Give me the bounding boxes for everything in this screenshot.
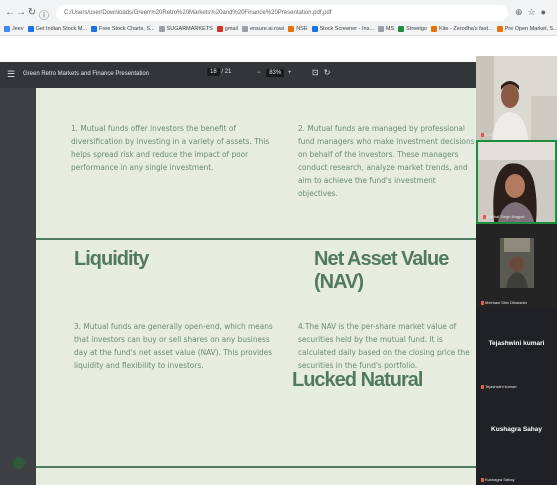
bookmark-favicon-icon [241,25,248,32]
bookmark-label: MS [385,26,395,32]
bookmark-favicon-icon [27,25,34,32]
page-indicator: 18 / 21 [207,68,231,76]
rotate-icon[interactable]: ↻ [324,68,336,77]
bookmark-label: SUGARMARKETS [166,26,213,32]
bookmark-label: ensure.ai.rowi [249,26,285,32]
bookmark-item[interactable]: NSE [288,23,308,35]
bookmark-favicon-icon [216,25,223,32]
thumbnail-strip [0,88,36,485]
browser-toolbar: ← → ↻ ⓘ C:/Users/user/Downloads/Green%20… [0,0,557,36]
slide-block-liquidity: 3. Mutual funds are generally open-end, … [74,321,273,370]
heading-liquidity: Liquidity [74,248,149,270]
scroll-top-button[interactable] [13,457,25,469]
reload-icon[interactable]: ↻ [26,7,38,18]
bookmarks-bar: Jeev Get Indian Stock M... Free Stock Char… [0,23,557,35]
mic-off-icon [481,384,484,389]
page-number-input[interactable]: 18 [207,68,220,76]
file-icon: ⓘ [39,11,49,22]
participant-tile-4[interactable]: Tejashwini kumari Tejashwini kumari [476,308,557,392]
zoom-icon[interactable]: ⊕ [515,7,528,17]
star-icon[interactable]: ☆ [527,7,540,17]
bookmark-item[interactable]: MS [377,23,395,35]
bookmark-label: Stock Screener - Ins... [319,26,374,32]
slide-block-management: 2. Mutual funds are managed by professio… [298,123,475,198]
heading-nav: Net Asset Value (NAV) [314,248,449,293]
bookmark-item[interactable]: SUGARMARKETS [158,23,213,35]
bookmark-favicon-icon [377,25,384,32]
bookmark-item[interactable]: Kite - Zerodha's fast... [430,23,493,35]
participant-name-4: Tejashwini kumari [488,340,545,347]
bookmark-favicon-icon [288,25,295,32]
bookmark-label: Get Indian Stock M... [35,26,87,32]
pdf-title: Green Retro Markets and Finance Presenta… [23,71,150,77]
nav-row: ← → ↻ ⓘ C:/Users/user/Downloads/Green%20… [0,4,557,22]
bookmark-label: Pre Open Market, S... [504,26,557,32]
page-total: / 21 [221,69,232,75]
zoom-out-icon[interactable]: − [257,70,263,76]
bookmark-favicon-icon [311,25,318,32]
pdf-toolbar: ☰ Green Retro Markets and Finance Presen… [0,62,476,88]
browser-actions: ⊕☆● [515,7,551,18]
slide-divider-top [36,238,476,240]
participant-label-4: Tejashwini kumari [481,384,517,389]
participant-video-3 [476,224,557,308]
slide-block-nav: 4.The NAV is the per-share market value … [298,321,470,370]
bookmark-favicon-icon [430,25,437,32]
participant-name-5: Kushagra Sahay [491,426,542,433]
zoom-controls: − 83% + [257,69,293,77]
participant-label-3: Meenaxi Shiv Dhakshin [481,300,527,305]
mic-off-icon [483,214,486,219]
bookmark-favicon-icon [4,25,10,32]
bookmark-label: Jeev [12,26,24,32]
participant-label-1: C.Ghosh [481,132,501,137]
bookmark-label: Free Stock Charts, S... [98,26,155,32]
zoom-input[interactable]: 83% [266,69,285,77]
participants-panel: C.Ghosh Anchal Singh Nagpal Meenaxi Shiv… [476,56,557,485]
bookmark-label: NSE [296,26,308,32]
mic-off-icon [481,300,484,305]
bookmark-favicon-icon [496,25,503,32]
participant-video-1 [476,56,557,140]
view-tools: ⊡↻ [312,68,335,77]
mic-off-icon [481,477,484,482]
participant-tile-1[interactable]: C.Ghosh [476,56,557,140]
participant-video-2 [478,142,555,222]
participant-tile-2[interactable]: Anchal Singh Nagpal [476,140,557,224]
bookmark-label: gmail [224,26,238,32]
participant-tile-5[interactable]: Kushagra Sahay Kushagra Sahay [476,392,557,485]
bookmark-item[interactable]: gmail [216,23,238,35]
slide-page: 1. Mutual funds offer investors the bene… [36,88,476,485]
bookmark-favicon-icon [90,25,97,32]
bookmark-favicon-icon [398,25,405,32]
participant-label-5: Kushagra Sahay [481,477,515,482]
slide-block-diversification: 1. Mutual funds offer investors the bene… [71,123,270,172]
bookmark-item[interactable]: Get Indian Stock M... [27,23,87,35]
bookmark-label: Kite - Zerodha's fast... [438,26,493,32]
bookmark-item[interactable]: Free Stock Charts, S... [90,23,155,35]
bookmark-favicon-icon [158,25,165,32]
bookmark-label: Streetgo [406,26,427,32]
bookmark-item[interactable]: Streetgo [398,23,427,35]
zoom-in-icon[interactable]: + [288,70,294,76]
address-bar[interactable]: C:/Users/user/Downloads/Green%20Retro%20… [56,5,508,21]
slide-divider-bottom [36,466,476,468]
mic-off-icon [481,132,484,137]
participant-label-2: Anchal Singh Nagpal [483,214,524,219]
profile-icon[interactable]: ● [541,7,551,17]
menu-icon[interactable]: ☰ [7,69,15,80]
participant-tile-3[interactable]: Meenaxi Shiv Dhakshin [476,224,557,308]
fit-page-icon[interactable]: ⊡ [312,68,324,77]
bookmark-item[interactable]: Stock Screener - Ins... [311,23,374,35]
bookmark-item[interactable]: Jeev [4,23,24,35]
bookmark-item[interactable]: Pre Open Market, S... [496,23,557,35]
bookmark-item[interactable]: ensure.ai.rowi [241,23,285,35]
next-page-heading: Lucked Natural [292,369,423,391]
